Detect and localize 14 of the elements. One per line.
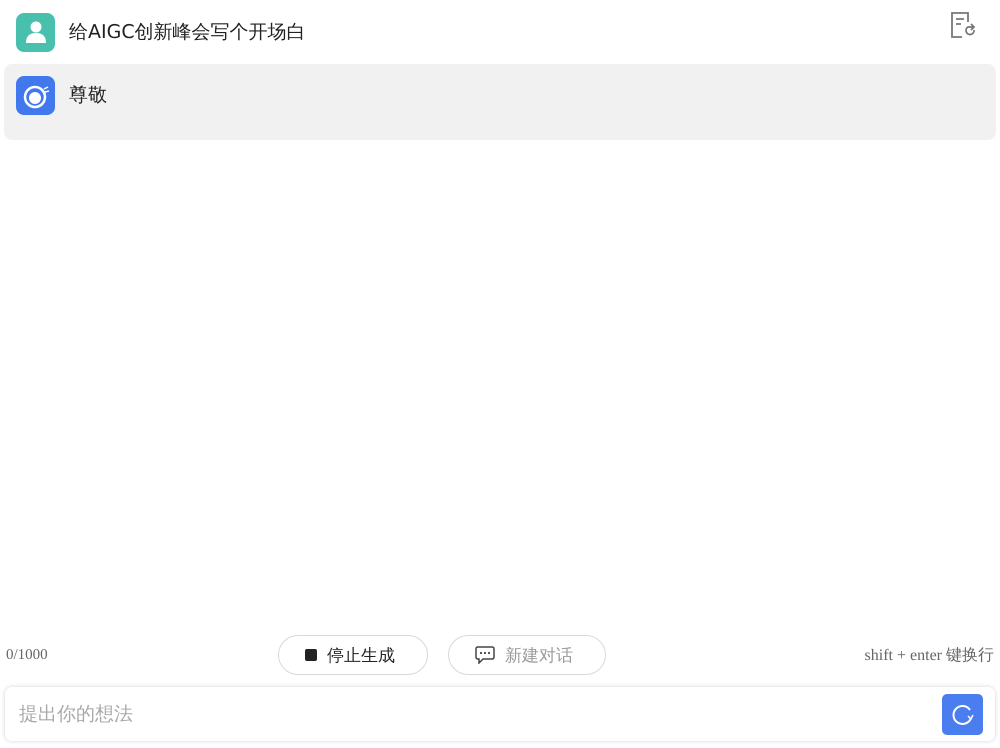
message-text: 尊敬 — [69, 83, 107, 108]
message-input[interactable]: 提出你的想法 — [17, 702, 942, 726]
send-button[interactable] — [942, 694, 983, 734]
input-field[interactable]: 提出你的想法 — [4, 686, 996, 742]
refresh-icon — [950, 702, 974, 726]
shortcut-hint: shift + enter 键换行 — [864, 646, 994, 666]
bot-avatar-icon — [16, 76, 55, 115]
message-text: 给AIGC创新峰会写个开场白 — [69, 20, 306, 45]
stop-icon — [305, 649, 317, 661]
user-avatar-icon — [16, 12, 55, 52]
stop-button[interactable]: 停止生成 — [278, 635, 428, 675]
chat-icon — [475, 646, 495, 664]
history-icon[interactable] — [948, 10, 978, 40]
char-counter: 0/1000 — [6, 646, 49, 664]
